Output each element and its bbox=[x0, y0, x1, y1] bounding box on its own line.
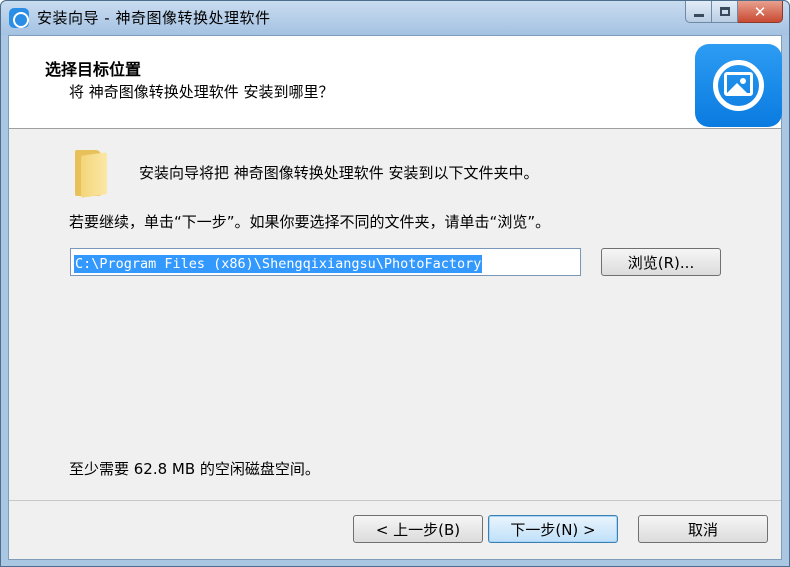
logo-photo bbox=[724, 72, 753, 96]
maximize-icon bbox=[719, 7, 730, 16]
footer-divider bbox=[9, 500, 781, 501]
maximize-button[interactable] bbox=[712, 1, 738, 23]
close-button[interactable]: ✕ bbox=[738, 1, 783, 23]
browse-button[interactable]: 浏览(R)... bbox=[601, 248, 721, 276]
install-path-value: C:\Program Files (x86)\Shengqixiangsu\Ph… bbox=[74, 255, 483, 273]
back-button[interactable]: < 上一步(B) bbox=[353, 515, 483, 543]
cancel-button[interactable]: 取消 bbox=[638, 515, 768, 543]
minimize-button[interactable] bbox=[685, 1, 712, 23]
app-icon bbox=[9, 8, 29, 28]
page-subtitle: 将 神奇图像转换处理软件 安装到哪里？ bbox=[69, 83, 334, 101]
intro-text: 安装向导将把 神奇图像转换处理软件 安装到以下文件夹中。 bbox=[139, 164, 539, 182]
image-icon bbox=[695, 44, 782, 127]
page-title: 选择目标位置 bbox=[45, 60, 142, 79]
installer-window: 安装向导 - 神奇图像转换处理软件 ✕ 选择目标位置 将 神奇图像转换处理软件 … bbox=[0, 0, 790, 567]
window-title: 安装向导 - 神奇图像转换处理软件 bbox=[37, 9, 271, 27]
close-icon: ✕ bbox=[753, 2, 767, 21]
install-path-input[interactable]: C:\Program Files (x86)\Shengqixiangsu\Ph… bbox=[70, 248, 581, 276]
next-button[interactable]: 下一步(N) > bbox=[488, 515, 618, 543]
minimize-icon bbox=[693, 14, 704, 17]
logo-mountain bbox=[727, 83, 747, 93]
wizard-header: 选择目标位置 将 神奇图像转换处理软件 安装到哪里？ bbox=[9, 36, 782, 129]
instruction-text: 若要继续，单击“下一步”。如果你要选择不同的文件夹，请单击“浏览”。 bbox=[69, 213, 551, 231]
wizard-page: 选择目标位置 将 神奇图像转换处理软件 安装到哪里？ 安装向导将把 神奇图像转换… bbox=[8, 35, 782, 560]
disk-space-text: 至少需要 62.8 MB 的空闲磁盘空间。 bbox=[69, 460, 320, 478]
title-bar[interactable]: 安装向导 - 神奇图像转换处理软件 ✕ bbox=[1, 1, 789, 35]
folder-icon bbox=[75, 150, 107, 198]
window-controls: ✕ bbox=[685, 1, 783, 23]
